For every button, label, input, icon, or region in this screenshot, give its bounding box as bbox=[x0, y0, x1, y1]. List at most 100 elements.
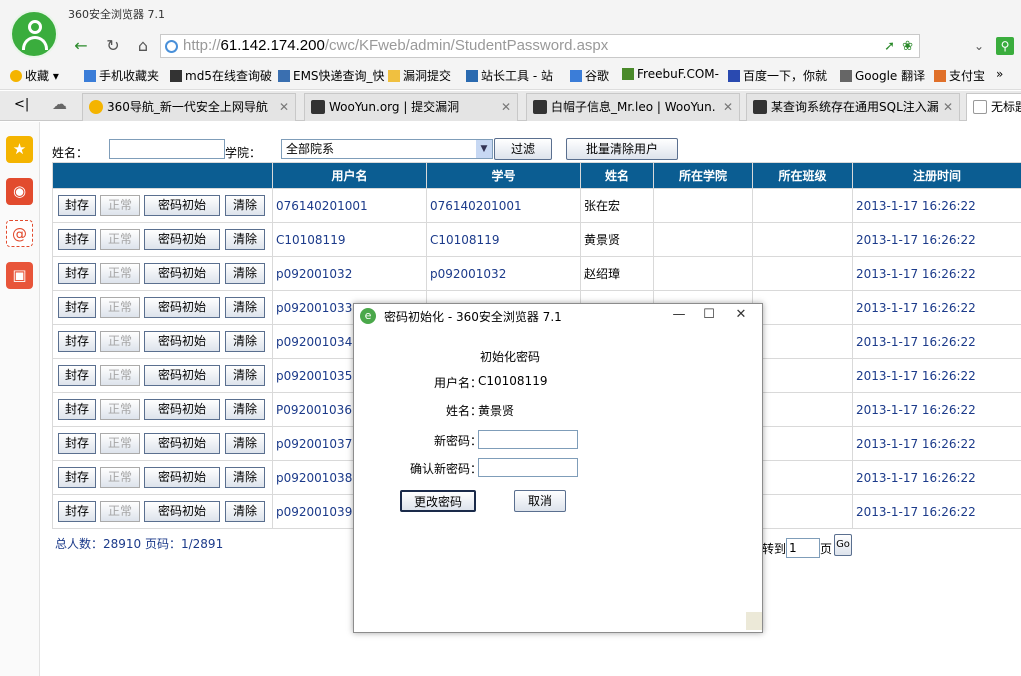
reset-password-button[interactable]: 密码初始 bbox=[144, 331, 220, 352]
dropdown-icon[interactable]: ⌄ bbox=[968, 35, 990, 57]
tab-item[interactable]: 某查询系统存在通用SQL注入漏 ✕ bbox=[746, 93, 960, 121]
normal-button: 正常 bbox=[100, 399, 140, 420]
row-actions: 封存 正常 密码初始 清除 bbox=[52, 494, 273, 529]
bookmark-item[interactable]: 谷歌 bbox=[570, 67, 609, 84]
archive-button[interactable]: 封存 bbox=[58, 229, 96, 250]
name-input[interactable] bbox=[109, 139, 225, 159]
more-bookmarks-icon[interactable]: » bbox=[996, 67, 1003, 81]
username-cell[interactable]: 076140201001 bbox=[272, 188, 427, 223]
class-cell bbox=[752, 188, 853, 223]
archive-button[interactable]: 封存 bbox=[58, 331, 96, 352]
globe-icon bbox=[165, 40, 178, 53]
leaf-icon[interactable]: ❀ bbox=[902, 35, 913, 57]
cancel-button[interactable]: 取消 bbox=[514, 490, 566, 512]
clear-button[interactable]: 清除 bbox=[225, 467, 265, 488]
bookmark-item[interactable]: EMS快递查询_快 bbox=[278, 67, 385, 84]
reset-password-button[interactable]: 密码初始 bbox=[144, 433, 220, 454]
filter-button[interactable]: 过滤 bbox=[494, 138, 552, 160]
mail-icon[interactable]: @ bbox=[6, 220, 33, 247]
refresh-icon[interactable]: ↻ bbox=[102, 35, 124, 57]
page-unit: 页 bbox=[820, 542, 833, 556]
shopping-icon[interactable]: ▣ bbox=[6, 262, 33, 289]
reg-time-cell: 2013-1-17 16:26:22 bbox=[852, 460, 1021, 495]
class-cell bbox=[752, 426, 853, 461]
reset-password-button[interactable]: 密码初始 bbox=[144, 365, 220, 386]
reset-password-button[interactable]: 密码初始 bbox=[144, 229, 220, 250]
tab-item[interactable]: 360导航_新一代安全上网导航 ✕ bbox=[82, 93, 296, 121]
close-icon: ✕ bbox=[942, 100, 953, 114]
class-cell bbox=[752, 256, 853, 291]
archive-button[interactable]: 封存 bbox=[58, 297, 96, 318]
browser-icon: e bbox=[360, 308, 376, 324]
clear-button[interactable]: 清除 bbox=[225, 195, 265, 216]
new-password-input[interactable] bbox=[478, 430, 578, 449]
clear-button[interactable]: 清除 bbox=[225, 433, 265, 454]
reset-password-button[interactable]: 密码初始 bbox=[144, 263, 220, 284]
reset-password-button[interactable]: 密码初始 bbox=[144, 195, 220, 216]
archive-button[interactable]: 封存 bbox=[58, 365, 96, 386]
tab-item-active[interactable]: 无标题 bbox=[966, 93, 1021, 121]
bookmark-item[interactable]: Google 翻译 bbox=[840, 67, 925, 84]
bookmark-favorites[interactable]: 收藏 ▾ bbox=[10, 67, 59, 84]
archive-button[interactable]: 封存 bbox=[58, 195, 96, 216]
batch-clear-button[interactable]: 批量清除用户 bbox=[566, 138, 678, 160]
archive-button[interactable]: 封存 bbox=[58, 501, 96, 522]
change-password-button[interactable]: 更改密码 bbox=[400, 490, 476, 512]
bookmark-item[interactable]: md5在线查询破 bbox=[170, 67, 272, 84]
address-bar[interactable]: http://61.142.174.200/cwc/KFweb/admin/St… bbox=[160, 34, 920, 58]
close-icon[interactable]: ✕ bbox=[726, 304, 756, 326]
reset-password-button[interactable]: 密码初始 bbox=[144, 399, 220, 420]
maximize-icon[interactable]: ☐ bbox=[694, 304, 724, 326]
search-icon[interactable]: ⚲ bbox=[996, 37, 1014, 55]
reset-password-button[interactable]: 密码初始 bbox=[144, 297, 220, 318]
star-icon[interactable]: ★ bbox=[6, 136, 33, 163]
table-header-row: 用户名 学号 姓名 所在学院 所在班级 注册时间 bbox=[52, 162, 1021, 189]
page-input[interactable]: 1 bbox=[786, 538, 820, 558]
minimize-icon[interactable]: — bbox=[664, 304, 694, 326]
row-actions: 封存 正常 密码初始 清除 bbox=[52, 426, 273, 461]
clear-button[interactable]: 清除 bbox=[225, 501, 265, 522]
tab-item[interactable]: WooYun.org | 提交漏洞 ✕ bbox=[304, 93, 518, 121]
bookmark-item[interactable]: 站长工具 - 站 bbox=[466, 67, 553, 84]
bookmark-item[interactable]: 百度一下，你就 bbox=[728, 67, 827, 84]
weibo-icon[interactable]: ◉ bbox=[6, 178, 33, 205]
clear-button[interactable]: 清除 bbox=[225, 297, 265, 318]
username-cell[interactable]: p092001032 bbox=[272, 256, 427, 291]
resize-grip[interactable] bbox=[746, 612, 762, 630]
confirm-password-input[interactable] bbox=[478, 458, 578, 477]
clear-button[interactable]: 清除 bbox=[225, 229, 265, 250]
col-header: 用户名 bbox=[272, 162, 427, 189]
username-cell[interactable]: C10108119 bbox=[272, 222, 427, 257]
clear-button[interactable]: 清除 bbox=[225, 263, 265, 284]
tab-scroll-left-icon[interactable]: <| bbox=[14, 97, 29, 112]
bookmark-item[interactable]: FreebuF.COM- bbox=[622, 67, 719, 81]
back-icon[interactable]: ← bbox=[70, 35, 92, 57]
user-avatar-icon[interactable] bbox=[10, 10, 58, 58]
cloud-icon[interactable]: ☁ bbox=[52, 95, 67, 113]
reg-time-cell: 2013-1-17 16:26:22 bbox=[852, 494, 1021, 529]
class-cell bbox=[752, 324, 853, 359]
archive-button[interactable]: 封存 bbox=[58, 399, 96, 420]
reset-password-button[interactable]: 密码初始 bbox=[144, 467, 220, 488]
home-icon[interactable]: ⌂ bbox=[132, 35, 154, 57]
bookmarks-bar: 收藏 ▾ 手机收藏夹 md5在线查询破 EMS快递查询_快 漏洞提交 站长工具 … bbox=[0, 60, 1021, 90]
tab-item[interactable]: 白帽子信息_Mr.leo | WooYun. ✕ bbox=[526, 93, 740, 121]
class-cell bbox=[752, 290, 853, 325]
archive-button[interactable]: 封存 bbox=[58, 263, 96, 284]
reset-password-button[interactable]: 密码初始 bbox=[144, 501, 220, 522]
go-button[interactable]: Go bbox=[834, 534, 852, 556]
bookmark-item[interactable]: 手机收藏夹 bbox=[84, 67, 159, 84]
bookmark-item[interactable]: 漏洞提交 bbox=[388, 67, 451, 84]
normal-button: 正常 bbox=[100, 331, 140, 352]
bookmark-item[interactable]: 支付宝 bbox=[934, 67, 985, 84]
clear-button[interactable]: 清除 bbox=[225, 331, 265, 352]
clear-button[interactable]: 清除 bbox=[225, 365, 265, 386]
normal-button: 正常 bbox=[100, 365, 140, 386]
row-actions: 封存 正常 密码初始 清除 bbox=[52, 324, 273, 359]
clear-button[interactable]: 清除 bbox=[225, 399, 265, 420]
filter-bar: 姓名： 学院： 全部院系 ▼ 过滤 批量清除用户 bbox=[52, 138, 1021, 162]
share-icon[interactable]: ➚ bbox=[884, 35, 895, 57]
archive-button[interactable]: 封存 bbox=[58, 467, 96, 488]
archive-button[interactable]: 封存 bbox=[58, 433, 96, 454]
college-select[interactable]: 全部院系 ▼ bbox=[281, 139, 493, 159]
